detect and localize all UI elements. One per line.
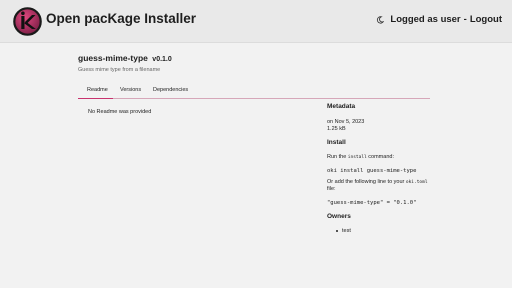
owners-heading: Owners [327, 213, 351, 220]
readme-content: No Readme was provided [88, 109, 152, 115]
package-version: v0.1.0 [152, 56, 172, 63]
user-status: Logged as user [390, 14, 461, 25]
tab-dependencies[interactable]: Dependencies [153, 87, 188, 93]
moon-icon[interactable] [376, 15, 385, 24]
user-area: Logged as user - Logout [376, 14, 502, 25]
install-command[interactable]: oki install guess-mime-type [327, 168, 416, 174]
tab-readme[interactable]: Readme [87, 87, 108, 93]
tab-bar: Readme Versions Dependencies [78, 84, 430, 99]
run-suffix: command: [366, 154, 394, 160]
package-description: Guess mime type from a filename [78, 67, 161, 73]
add-suffix: file: [327, 186, 336, 192]
package-name: guess-mime-type [78, 53, 148, 63]
active-tab-indicator [78, 98, 113, 99]
owner-item: test [336, 228, 351, 234]
logout-link[interactable]: Logout [470, 14, 502, 25]
add-prefix: Or add the following line to your [327, 179, 406, 185]
run-prefix: Run the [327, 154, 348, 160]
top-bar: Open pacKage Installer Logged as user - … [0, 0, 512, 43]
tab-divider [113, 98, 430, 99]
metadata-heading: Metadata [327, 103, 356, 110]
package-size: 1.25 kB [327, 126, 346, 132]
run-instruction: Run the install command: [327, 154, 394, 160]
logo-k-icon[interactable] [13, 7, 42, 36]
package-title: guess-mime-type v0.1.0 [78, 53, 172, 63]
install-heading: Install [327, 139, 346, 146]
dependency-line[interactable]: "guess-mime-type" = "0.1.0" [327, 200, 416, 206]
publish-date: on Nov 5, 2023 [327, 119, 365, 125]
owner-name[interactable]: test [342, 228, 351, 234]
bullet-icon [336, 229, 338, 232]
app-title[interactable]: Open pacKage Installer [46, 11, 196, 26]
add-instruction: Or add the following line to your oki.to… [327, 179, 428, 185]
tab-versions[interactable]: Versions [120, 87, 141, 93]
config-file: oki.toml [405, 180, 428, 185]
separator: - [463, 14, 467, 25]
run-command: install [347, 155, 367, 160]
